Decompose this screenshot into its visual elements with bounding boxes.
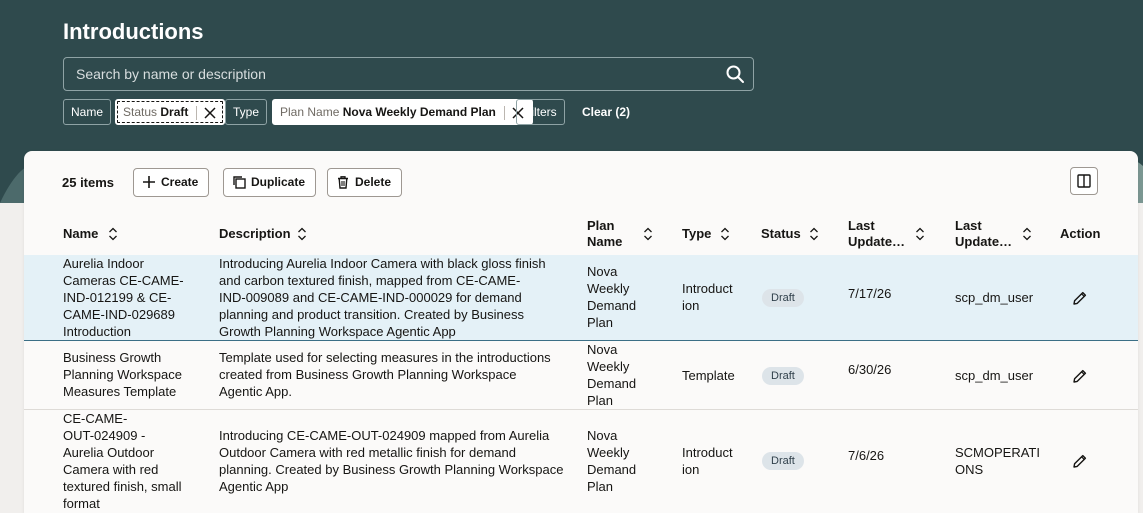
status-badge: Draft — [762, 289, 804, 307]
delete-button[interactable]: Delete — [327, 168, 403, 197]
create-label: Create — [161, 175, 199, 189]
column-header-status[interactable]: Status — [761, 213, 831, 255]
table-header: Name Description Plan Name Type Status L… — [24, 213, 1138, 255]
duplicate-button[interactable]: Duplicate — [223, 168, 317, 197]
filters-label: Filters — [524, 105, 557, 119]
filter-status-value: Draft — [160, 105, 189, 119]
panel-icon — [1077, 174, 1091, 188]
sort-icon — [721, 227, 729, 241]
chip-divider — [196, 105, 198, 120]
row-name: CE-CAME- OUT-024909 - Aurelia Outdoor Camer… — [63, 411, 182, 511]
filter-type-label: Type — [233, 105, 260, 119]
create-button[interactable]: Create — [133, 168, 210, 197]
row-name: Business Growth Planning Workspace Measure… — [63, 350, 182, 399]
status-badge: Draft — [762, 367, 804, 385]
edit-icon[interactable] — [1072, 368, 1088, 384]
row-last-updated-date: 7/6/26 — [848, 448, 885, 463]
duplicate-label: Duplicate — [251, 175, 306, 189]
clear-filters-button[interactable]: Clear (2) — [582, 99, 630, 125]
table-row[interactable]: CE-CAME- OUT-024909 - Aurelia Outdoor Camer… — [24, 410, 1138, 513]
sort-icon — [109, 227, 117, 241]
row-plan-name: Nova Weekly Demand Plan — [587, 428, 637, 494]
row-last-updated-by: scp_dm_user — [955, 290, 1034, 305]
filter-plan-label: Plan Name — [280, 105, 340, 119]
column-panel-button[interactable] — [1070, 167, 1098, 195]
column-header-last-updated-date[interactable]: Last Update… — [848, 213, 924, 255]
row-type: Introduct ion — [682, 281, 733, 313]
delete-label: Delete — [355, 175, 392, 189]
sort-icon — [298, 227, 306, 241]
filter-plan-value: Nova Weekly Demand Plan — [342, 105, 496, 119]
column-header-name[interactable]: Name — [63, 213, 213, 255]
column-header-last-updated-by[interactable]: Last Update… — [955, 213, 1031, 255]
column-header-action: Action — [1060, 226, 1101, 241]
edit-icon[interactable] — [1072, 290, 1088, 306]
close-icon[interactable] — [203, 106, 217, 120]
sort-icon — [1023, 227, 1031, 241]
row-last-updated-by: scp_dm_user — [955, 368, 1034, 383]
table-row[interactable]: Business Growth Planning Workspace Measure… — [24, 341, 1138, 410]
sort-icon — [644, 227, 652, 241]
sort-icon — [810, 227, 818, 241]
column-header-description[interactable]: Description — [219, 213, 519, 255]
page-title: Introductions — [63, 19, 204, 44]
trash-icon — [338, 175, 348, 189]
row-description: Introducing Aurelia Indoor Camera with b… — [219, 256, 546, 339]
row-plan-name: Nova Weekly Demand Plan — [587, 342, 637, 408]
filters-button[interactable]: Filters — [516, 99, 565, 125]
column-header-plan-name[interactable]: Plan Name — [587, 213, 652, 255]
search-icon[interactable] — [725, 64, 745, 84]
item-count: 25 items — [62, 175, 115, 190]
results-card: 25 items Create Duplicate Delete Name De… — [24, 151, 1138, 513]
chip-divider — [503, 105, 505, 120]
sort-icon — [916, 227, 924, 241]
plus-icon — [143, 175, 155, 188]
filter-chip-status[interactable]: Status Draft — [115, 99, 226, 125]
filter-status-label: Status — [123, 105, 158, 119]
filter-name-label: Name — [71, 105, 104, 119]
filter-chip-name[interactable]: Name — [63, 99, 112, 125]
row-name: Aurelia Indoor Cameras CE-CAME- IND-012199… — [63, 256, 184, 339]
row-last-updated-by: SCMOPERATI ONS — [955, 445, 1040, 477]
row-type: Template — [682, 368, 735, 383]
status-badge: Draft — [762, 452, 804, 470]
row-last-updated-date: 7/17/26 — [848, 286, 892, 301]
row-type: Introduct ion — [682, 445, 733, 477]
edit-icon[interactable] — [1072, 453, 1088, 469]
search-input[interactable] — [76, 58, 706, 90]
row-description: Template used for selecting measures in … — [219, 350, 551, 399]
row-description: Introducing CE-CAME-OUT-024909 mapped fr… — [219, 428, 564, 494]
filter-chip-type[interactable]: Type — [225, 99, 268, 125]
column-header-type[interactable]: Type — [682, 213, 742, 255]
filter-chip-plan[interactable]: Plan Name Nova Weekly Demand Plan — [272, 99, 533, 125]
duplicate-icon — [233, 176, 246, 189]
search-bar — [63, 57, 754, 91]
table-row[interactable]: Aurelia Indoor Cameras CE-CAME- IND-012199… — [24, 255, 1138, 341]
row-last-updated-date: 6/30/26 — [848, 362, 892, 377]
row-plan-name: Nova Weekly Demand Plan — [587, 264, 637, 330]
